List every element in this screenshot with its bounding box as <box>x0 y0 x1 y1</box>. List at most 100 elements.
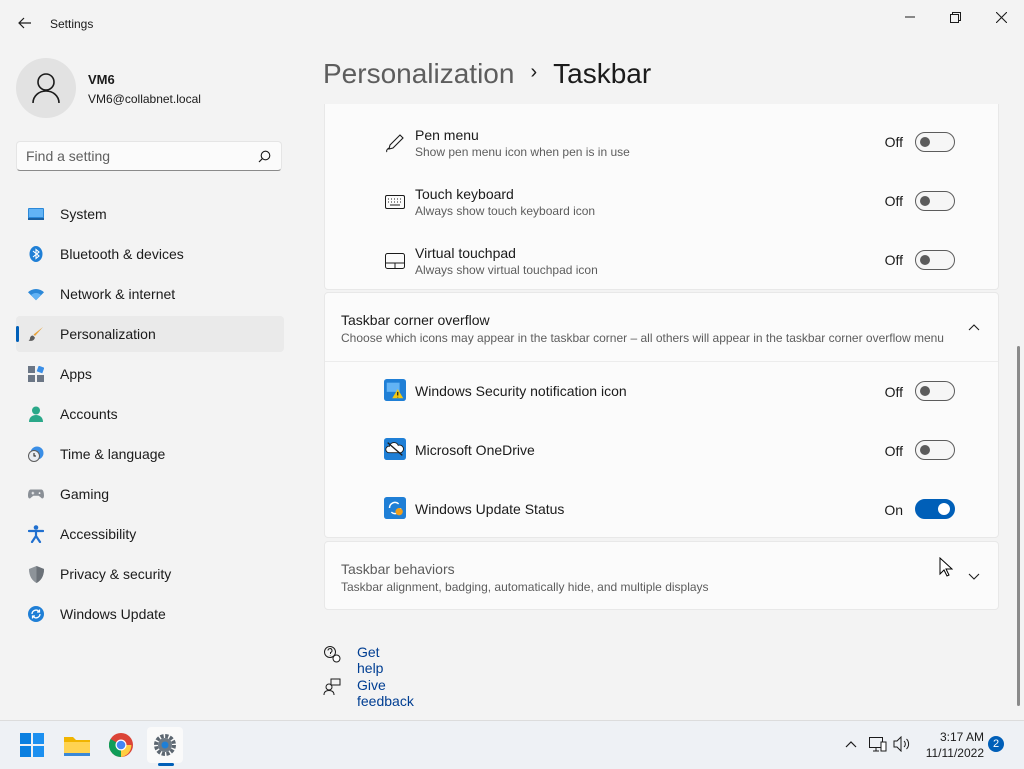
setting-title: Microsoft OneDrive <box>415 442 535 458</box>
volume-tray-button[interactable] <box>893 735 911 753</box>
settings-app-button[interactable] <box>147 727 183 763</box>
section-title: Taskbar behaviors <box>341 561 455 577</box>
chevron-up-icon[interactable] <box>967 320 981 334</box>
taskbar-behaviors-panel[interactable]: Taskbar behaviors Taskbar alignment, bad… <box>324 541 999 610</box>
file-explorer-icon <box>64 737 90 756</box>
active-app-indicator <box>158 763 174 766</box>
accessibility-icon <box>28 525 44 543</box>
network-tray-button[interactable] <box>869 735 887 753</box>
link-label: Get help <box>357 644 384 676</box>
windows-security-toggle[interactable] <box>915 381 955 401</box>
chrome-button[interactable] <box>103 727 139 763</box>
touch-keyboard-toggle[interactable] <box>915 191 955 211</box>
minimize-button[interactable] <box>887 6 933 28</box>
section-subtitle: Choose which icons may appear in the tas… <box>341 331 944 345</box>
accounts-icon <box>28 406 44 422</box>
pen-menu-toggle[interactable] <box>915 132 955 152</box>
clock[interactable]: 3:17 AM 11/11/2022 <box>918 729 984 761</box>
sidebar-item-label: Accessibility <box>60 526 137 542</box>
sidebar-item-label: Windows Update <box>60 606 166 622</box>
sidebar-item-label: Bluetooth & devices <box>60 246 184 262</box>
corner-overflow-header[interactable]: Taskbar corner overflow Choose which ico… <box>325 293 998 361</box>
sidebar-item-network[interactable]: Network & internet <box>16 276 284 312</box>
onedrive-toggle[interactable] <box>915 440 955 460</box>
sidebar-nav: System Bluetooth & devices Network & int… <box>16 196 284 636</box>
virtual-touchpad-toggle[interactable] <box>915 250 955 270</box>
person-icon <box>32 73 60 104</box>
toggle-state-label: Off <box>884 134 903 150</box>
back-button[interactable] <box>14 12 36 34</box>
chevron-right-icon: › <box>530 60 538 83</box>
search-box[interactable] <box>16 141 282 171</box>
maximize-button[interactable] <box>932 6 978 28</box>
onedrive-row: Microsoft OneDrive Off <box>325 421 998 480</box>
virtual-touchpad-row: Virtual touchpad Always show virtual tou… <box>325 230 998 289</box>
apps-icon <box>28 366 44 382</box>
feedback-icon <box>323 678 341 696</box>
section-title: Taskbar corner overflow <box>341 312 490 328</box>
setting-subtitle: Always show touch keyboard icon <box>415 204 596 218</box>
sidebar-item-bluetooth[interactable]: Bluetooth & devices <box>16 236 284 272</box>
sidebar-item-time-language[interactable]: Time & language <box>16 436 284 472</box>
windows-security-icon <box>384 379 406 401</box>
start-icon <box>20 733 44 757</box>
search-input[interactable] <box>26 148 246 164</box>
close-icon <box>995 11 1007 23</box>
chevron-up-icon <box>845 740 857 747</box>
search-icon[interactable] <box>258 150 271 163</box>
wifi-icon <box>28 286 44 302</box>
sidebar-item-personalization[interactable]: Personalization <box>16 316 284 352</box>
scrollbar[interactable] <box>1017 346 1020 706</box>
corner-overflow-panel: Taskbar corner overflow Choose which ico… <box>324 292 999 538</box>
restore-icon <box>949 11 961 23</box>
pen-menu-row: Pen menu Show pen menu icon when pen is … <box>325 112 998 171</box>
brush-icon <box>28 326 44 342</box>
sidebar-item-accounts[interactable]: Accounts <box>16 396 284 432</box>
bluetooth-icon <box>28 246 44 262</box>
sidebar-item-label: Gaming <box>60 486 110 502</box>
windows-update-status-toggle[interactable] <box>915 499 955 519</box>
settings-app-icon <box>154 734 176 756</box>
touchpad-icon <box>384 250 406 272</box>
toggle-state-label: Off <box>884 252 903 268</box>
close-button[interactable] <box>978 6 1024 28</box>
avatar[interactable] <box>16 58 76 118</box>
setting-title: Touch keyboard <box>415 186 514 202</box>
show-hidden-icons-button[interactable] <box>842 735 860 753</box>
breadcrumb-parent[interactable]: Personalization <box>323 58 514 90</box>
pen-icon <box>384 132 406 154</box>
back-arrow-icon <box>18 17 31 29</box>
touch-keyboard-row: Touch keyboard Always show touch keyboar… <box>325 171 998 230</box>
setting-subtitle: Show pen menu icon when pen is in use <box>415 145 630 159</box>
windows-security-row: Windows Security notification icon Off <box>325 362 998 421</box>
title-bar: Settings <box>0 0 1024 48</box>
network-icon <box>869 737 887 752</box>
profile-email: VM6@collabnet.local <box>88 92 201 106</box>
chevron-down-icon[interactable] <box>967 569 981 583</box>
file-explorer-button[interactable] <box>59 727 95 763</box>
sidebar-item-gaming[interactable]: Gaming <box>16 476 284 512</box>
toggle-state-label: Off <box>884 193 903 209</box>
system-icon <box>28 206 44 222</box>
sidebar-item-label: Network & internet <box>60 286 176 302</box>
sidebar-item-system[interactable]: System <box>16 196 284 232</box>
sidebar-item-privacy-security[interactable]: Privacy & security <box>16 556 284 592</box>
sidebar-item-accessibility[interactable]: Accessibility <box>16 516 284 552</box>
sidebar-item-windows-update[interactable]: Windows Update <box>16 596 284 632</box>
sidebar-item-label: System <box>60 206 107 222</box>
gamepad-icon <box>28 486 44 502</box>
toggle-state-label: On <box>884 502 903 518</box>
start-button[interactable] <box>14 727 50 763</box>
sidebar-item-apps[interactable]: Apps <box>16 356 284 392</box>
page-title: Taskbar <box>553 58 652 89</box>
clock-globe-icon <box>28 446 44 462</box>
chrome-icon <box>109 733 133 757</box>
setting-title: Windows Security notification icon <box>415 383 627 399</box>
setting-title: Windows Update Status <box>415 501 565 517</box>
notification-badge[interactable]: 2 <box>988 736 1004 752</box>
system-tray-icons-panel: Pen menu Show pen menu icon when pen is … <box>324 104 999 290</box>
clock-time: 3:17 AM <box>939 730 984 744</box>
sidebar-item-label: Personalization <box>60 326 156 342</box>
minimize-icon <box>905 16 915 18</box>
breadcrumb: Personalization › Taskbar <box>323 58 651 90</box>
